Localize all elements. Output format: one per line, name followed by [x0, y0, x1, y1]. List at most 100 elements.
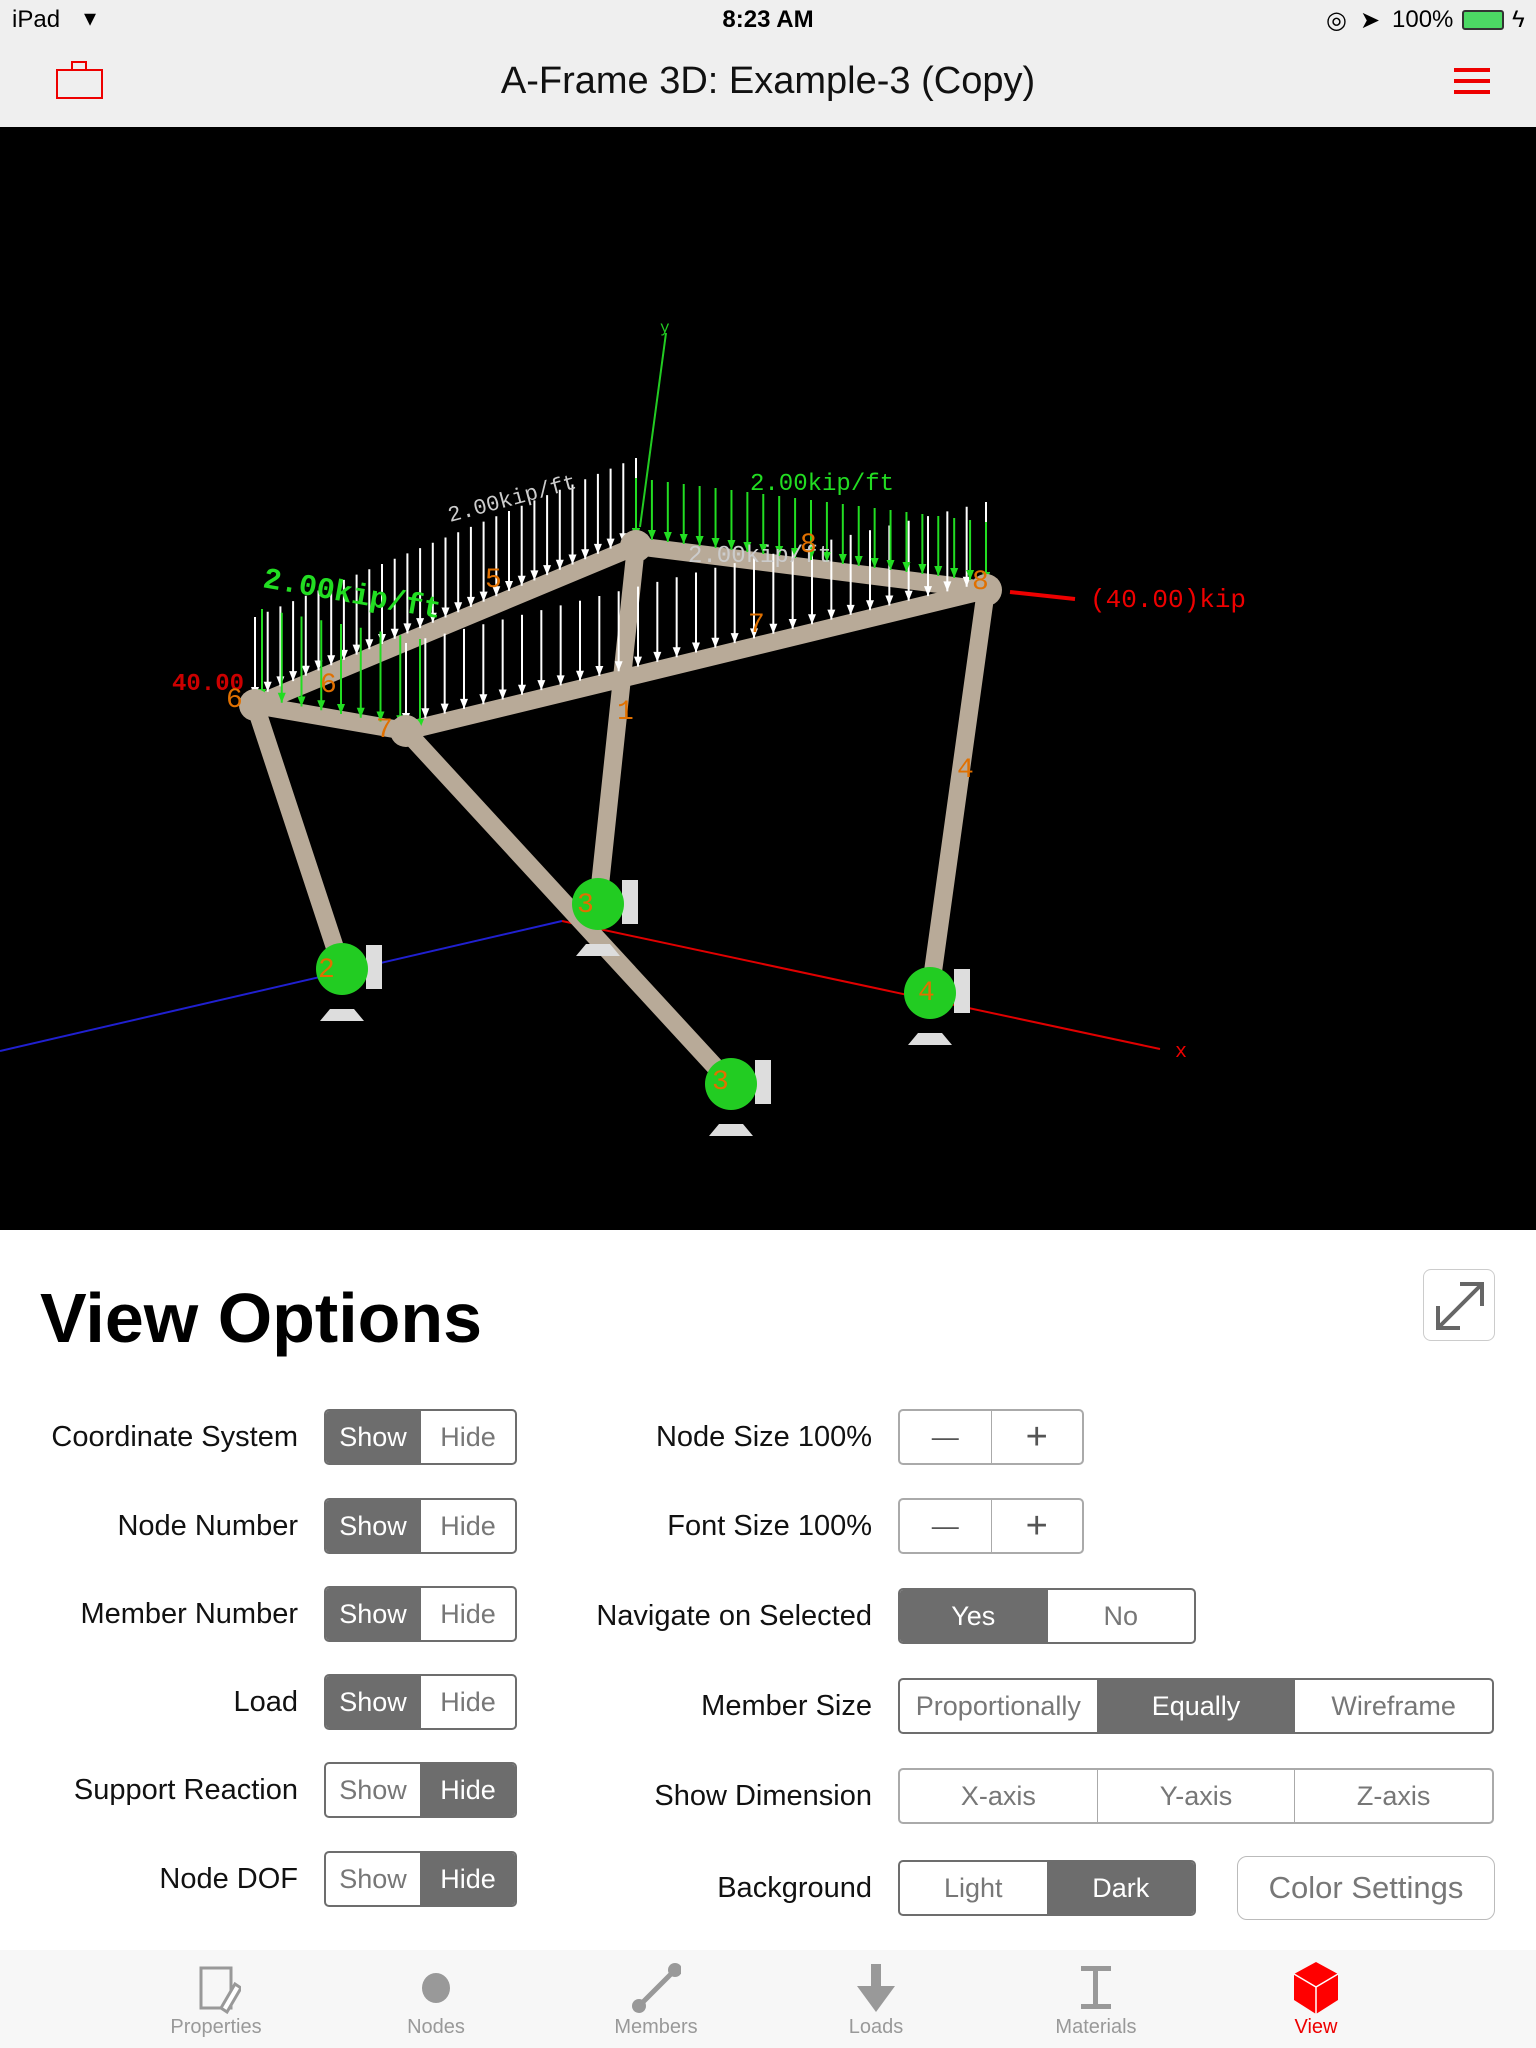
color-settings-button[interactable]: Color Settings: [1237, 1856, 1495, 1920]
navigate-no[interactable]: No: [1046, 1590, 1195, 1642]
point-load-label: (40.00)kip: [1090, 585, 1246, 615]
rotation-lock-icon: ◎: [1326, 7, 1347, 34]
navigate-label: Navigate on Selected: [596, 1600, 872, 1632]
member-size-proportionally[interactable]: Proportionally: [900, 1680, 1097, 1732]
expand-button[interactable]: [1423, 1269, 1495, 1341]
support-base: [320, 1009, 364, 1021]
load-hide[interactable]: Hide: [420, 1676, 515, 1728]
navigate-yes[interactable]: Yes: [900, 1590, 1047, 1642]
tab-properties[interactable]: Properties: [116, 1950, 316, 2048]
y-axis-label: y: [660, 319, 670, 337]
tab-materials[interactable]: Materials: [996, 1950, 1196, 2048]
member-label: 5: [485, 565, 502, 596]
node-number-hide[interactable]: Hide: [420, 1500, 515, 1552]
node-label: 7: [376, 715, 393, 746]
nav-bar: A-Frame 3D: Example-3 (Copy): [0, 40, 1536, 127]
support-plate: [622, 880, 638, 924]
frame-3d-scene[interactable]: x y (40.00)kip 40.00 2.00kip/ft 2.00kip/…: [0, 127, 1536, 1230]
load-arrowhead: [679, 534, 688, 544]
show-dimension-label: Show Dimension: [654, 1780, 872, 1812]
background-segment[interactable]: Light Dark: [898, 1860, 1196, 1916]
dimension-z[interactable]: Z-axis: [1294, 1770, 1492, 1822]
font-size-increase[interactable]: +: [990, 1500, 1083, 1552]
3d-viewport[interactable]: x y (40.00)kip 40.00 2.00kip/ft 2.00kip/…: [0, 127, 1536, 1230]
coordinate-system-hide[interactable]: Hide: [420, 1411, 515, 1463]
load-arrowhead: [950, 568, 959, 578]
load-segment[interactable]: Show Hide: [324, 1674, 517, 1730]
member: [246, 696, 351, 978]
support-plate: [755, 1060, 771, 1104]
coordinate-system-segment[interactable]: Show Hide: [324, 1409, 517, 1465]
member-size-equally[interactable]: Equally: [1096, 1680, 1295, 1732]
load-arrowhead: [854, 556, 863, 566]
menu-icon[interactable]: [1454, 68, 1490, 98]
load-arrowhead: [838, 554, 847, 564]
dimension-segment[interactable]: X-axis Y-axis Z-axis: [898, 1768, 1494, 1824]
tab-label: Nodes: [407, 2016, 465, 2038]
font-size-decrease[interactable]: —: [900, 1500, 991, 1552]
tab-members[interactable]: Members: [556, 1950, 756, 2048]
member-number-label: Member Number: [80, 1598, 298, 1630]
background-light[interactable]: Light: [900, 1862, 1047, 1914]
member-size-wireframe[interactable]: Wireframe: [1294, 1680, 1492, 1732]
members-icon: [632, 1963, 681, 2013]
member-label: 6: [320, 670, 337, 701]
nodes-icon: [422, 1973, 450, 2003]
battery-percent: 100%: [1392, 6, 1454, 33]
tab-label: Properties: [170, 2016, 262, 2038]
loads-icon: [857, 1964, 895, 2012]
node-size-stepper[interactable]: — +: [898, 1409, 1084, 1465]
tab-loads[interactable]: Loads: [776, 1950, 976, 2048]
y-axis: [639, 332, 667, 528]
node-size-label: Node Size 100%: [655, 1421, 872, 1453]
tab-nodes[interactable]: Nodes: [336, 1950, 536, 2048]
node-size-decrease[interactable]: —: [900, 1411, 991, 1463]
member-label: 4: [957, 755, 974, 786]
panel-title: View Options: [40, 1279, 483, 1357]
coordinate-system-show[interactable]: Show: [326, 1411, 420, 1463]
navigate-segment[interactable]: Yes No: [898, 1588, 1196, 1644]
member-number-show[interactable]: Show: [326, 1588, 420, 1640]
member-size-segment[interactable]: Proportionally Equally Wireframe: [898, 1678, 1494, 1734]
member-label: 1: [617, 697, 634, 728]
dimension-y[interactable]: Y-axis: [1096, 1770, 1295, 1822]
node-label: 8: [972, 567, 989, 598]
node-joint: [390, 715, 422, 747]
node-label: 2: [318, 955, 335, 986]
node-number-segment[interactable]: Show Hide: [324, 1498, 517, 1554]
support-plate: [954, 969, 970, 1013]
node-number-show[interactable]: Show: [326, 1500, 420, 1552]
support-reaction-segment[interactable]: Show Hide: [324, 1762, 517, 1818]
member-number-segment[interactable]: Show Hide: [324, 1586, 517, 1642]
support-plate: [366, 945, 382, 989]
node-dof-label: Node DOF: [159, 1863, 298, 1895]
support-reaction-hide[interactable]: Hide: [420, 1764, 515, 1816]
member-number-hide[interactable]: Hide: [420, 1588, 515, 1640]
support-reaction-label: Support Reaction: [73, 1774, 298, 1806]
load-arrowhead: [918, 564, 927, 574]
node-size-increase[interactable]: +: [990, 1411, 1083, 1463]
support-base: [908, 1033, 952, 1045]
font-size-label: Font Size 100%: [667, 1510, 872, 1542]
load-arrowhead: [886, 560, 895, 570]
background-dark[interactable]: Dark: [1046, 1862, 1194, 1914]
node-dof-hide[interactable]: Hide: [420, 1853, 515, 1905]
member-size-label: Member Size: [701, 1690, 872, 1722]
node-label: 6: [226, 685, 243, 716]
dimension-x[interactable]: X-axis: [900, 1770, 1097, 1822]
font-size-stepper[interactable]: — +: [898, 1498, 1084, 1554]
view-cube-icon: [1293, 1962, 1339, 2014]
load-show[interactable]: Show: [326, 1676, 420, 1728]
member: [397, 722, 740, 1093]
tab-label: Loads: [848, 2016, 904, 2038]
x-axis-label: x: [1175, 1041, 1187, 1064]
load-arrowhead: [870, 558, 879, 568]
tab-view[interactable]: View: [1216, 1950, 1416, 2048]
charging-icon: ϟ: [1512, 6, 1525, 33]
node-dof-show[interactable]: Show: [326, 1853, 420, 1905]
support-reaction-show[interactable]: Show: [326, 1764, 420, 1816]
document-title: A-Frame 3D: Example-3 (Copy): [500, 60, 1036, 102]
member: [921, 581, 995, 1002]
node-dof-segment[interactable]: Show Hide: [324, 1851, 517, 1907]
materials-icon: [1081, 1966, 1111, 2009]
